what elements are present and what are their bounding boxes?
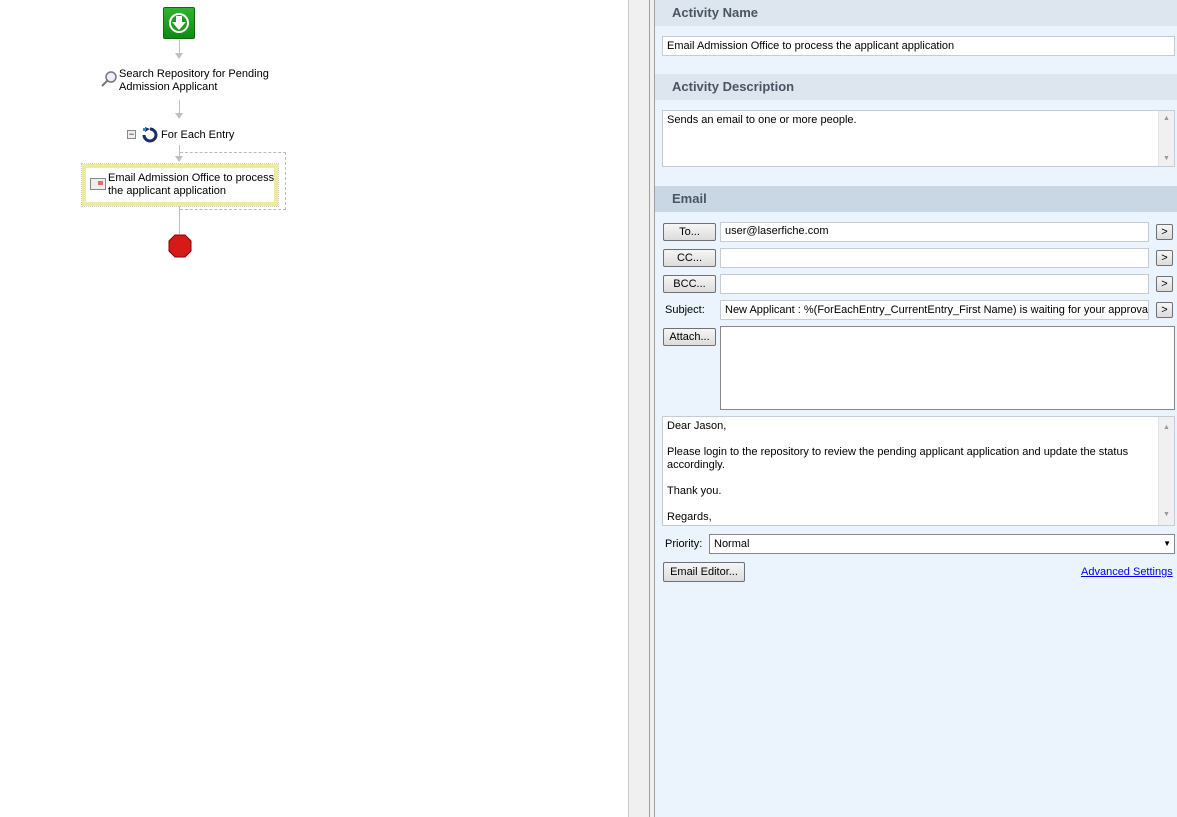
subject-input[interactable]: New Applicant : %(ForEachEntry_CurrentEn… (720, 300, 1149, 320)
step-search-repository[interactable]: Search Repository for Pending Admission … (119, 68, 269, 94)
loop-icon (141, 126, 159, 147)
scrollbar[interactable]: ▲ ▼ (1158, 111, 1174, 166)
to-expand-button[interactable]: > (1156, 224, 1173, 240)
advanced-settings-link[interactable]: Advanced Settings (1081, 566, 1173, 578)
subject-label: Subject: (665, 304, 705, 316)
activity-name-header: Activity Name (655, 0, 1177, 26)
priority-label: Priority: (665, 538, 703, 550)
panel-splitter[interactable] (628, 0, 655, 817)
cc-button[interactable]: CC... (663, 249, 716, 267)
bcc-button[interactable]: BCC... (663, 275, 716, 293)
workflow-designer-canvas[interactable]: Search Repository for Pending Admission … (0, 0, 628, 817)
to-button[interactable]: To... (663, 223, 716, 241)
email-icon (90, 178, 106, 190)
bcc-expand-button[interactable]: > (1156, 276, 1173, 292)
step-email-admission-office[interactable]: Email Admission Office to process the ap… (81, 163, 279, 207)
collapse-icon[interactable]: − (127, 130, 136, 139)
email-header: Email (655, 186, 1177, 212)
priority-select[interactable]: Normal ▼ (709, 534, 1175, 554)
cc-input[interactable] (720, 248, 1149, 268)
activity-description-header: Activity Description (655, 74, 1177, 100)
subject-expand-button[interactable]: > (1156, 302, 1173, 318)
end-icon[interactable] (168, 234, 192, 261)
scrollbar[interactable]: ▲ ▼ (1158, 417, 1174, 525)
chevron-down-icon: ▼ (1163, 539, 1171, 548)
activity-name-input[interactable]: Email Admission Office to process the ap… (662, 36, 1175, 56)
attachments-list[interactable] (720, 326, 1175, 410)
email-body-input[interactable]: Dear Jason, Please login to the reposito… (662, 416, 1175, 526)
search-icon (100, 70, 118, 91)
email-editor-button[interactable]: Email Editor... (663, 562, 745, 582)
attach-button[interactable]: Attach... (663, 328, 716, 346)
start-icon[interactable] (163, 7, 195, 39)
activity-description-input[interactable]: Sends an email to one or more people. ▲ ▼ (662, 110, 1175, 167)
bcc-input[interactable] (720, 274, 1149, 294)
step-for-each-entry[interactable]: For Each Entry (161, 129, 234, 141)
cc-expand-button[interactable]: > (1156, 250, 1173, 266)
properties-panel: Activity Name Email Admission Office to … (655, 0, 1177, 817)
to-input[interactable]: user@laserfiche.com (720, 222, 1149, 242)
